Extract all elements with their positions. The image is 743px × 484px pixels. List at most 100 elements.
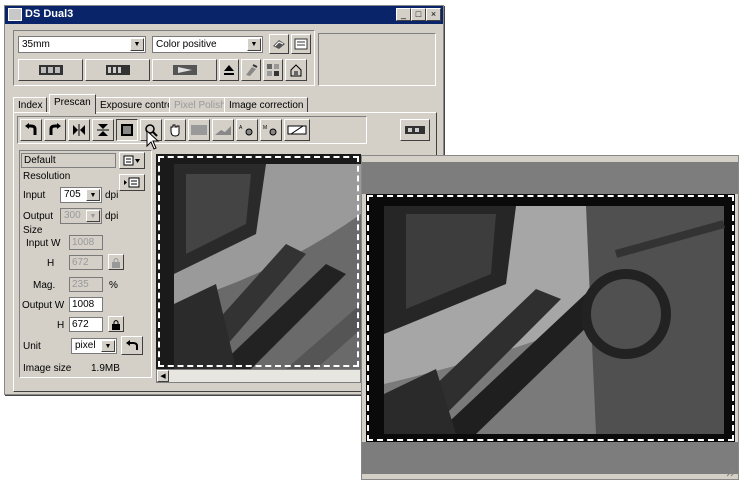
mag-field[interactable]: 235 [69, 277, 103, 292]
tab-pixel-polish[interactable]: Pixel Polish [169, 97, 231, 113]
input-w-field[interactable]: 1008 [69, 235, 103, 250]
horizontal-scrollbar[interactable]: ◀ [156, 369, 361, 383]
app-icon [8, 8, 22, 21]
flip-vertical-icon [97, 124, 109, 136]
preset-menu-button[interactable] [119, 152, 145, 169]
tab-index[interactable]: Index [13, 97, 48, 113]
lock-output-button[interactable] [108, 316, 124, 332]
image-size-value: 1.9MB [91, 363, 120, 374]
book-icon [273, 40, 285, 49]
clean-button[interactable] [241, 59, 261, 81]
auto-focus-button[interactable] [284, 119, 310, 141]
input-w-label: Input W [26, 238, 61, 249]
preset-field[interactable]: Default [21, 153, 116, 168]
percent-label: % [109, 280, 118, 291]
input-h-label: H [47, 258, 55, 269]
tab-image-correction[interactable]: Image correction [224, 97, 309, 113]
arrow-list-icon [124, 177, 140, 188]
house-icon [290, 64, 302, 77]
eject-button[interactable] [219, 59, 239, 81]
histogram-button[interactable] [212, 119, 234, 141]
lock-input-button[interactable] [108, 254, 124, 270]
preview-image-frame[interactable] [366, 194, 735, 442]
preview-window [361, 155, 739, 480]
unit-select[interactable]: pixel ▼ [71, 338, 117, 354]
output-w-field[interactable]: 1008 [69, 297, 103, 312]
setup-button[interactable] [285, 59, 307, 81]
hand-tool-button[interactable] [164, 119, 186, 141]
index-scan-button[interactable] [18, 59, 83, 81]
prescan-preview[interactable] [156, 154, 361, 369]
input-label: Input [23, 190, 46, 201]
hand-icon [170, 124, 180, 137]
film-icon [405, 126, 425, 134]
chevron-down-icon: ▼ [130, 38, 144, 51]
crop-frame-icon [121, 124, 133, 136]
output-dpi-select[interactable]: 300 ▼ [60, 208, 102, 224]
color-match-button[interactable] [263, 59, 283, 81]
preferences-button[interactable] [291, 34, 311, 54]
flip-horizontal-icon [73, 124, 85, 136]
multi-exposure-button[interactable]: M [260, 119, 282, 141]
preview-top-bar [362, 162, 738, 194]
histogram-icon [215, 126, 231, 135]
chevron-down-icon: ▼ [86, 210, 100, 222]
mag-label: Mag. [33, 280, 56, 291]
film-type-select[interactable]: 35mm ▼ [18, 36, 146, 53]
color-mode-value: Color positive [156, 39, 217, 50]
auto-crop-button[interactable] [116, 119, 138, 141]
cursor-arrow-icon [146, 130, 160, 150]
input-h-field[interactable]: 672 [69, 255, 103, 270]
chevron-down-icon: ▼ [86, 189, 100, 201]
rotate-left-button[interactable] [20, 119, 42, 141]
eject-icon [224, 65, 234, 75]
output-h-label: H [57, 320, 65, 331]
list-menu-icon [123, 155, 140, 166]
chevron-down-icon: ▼ [101, 340, 115, 352]
crop-marquee[interactable] [158, 156, 359, 367]
maximize-button[interactable]: □ [411, 8, 426, 21]
lock-icon [112, 257, 120, 268]
output-label: Output [23, 211, 54, 222]
rotate-right-button[interactable] [44, 119, 66, 141]
tab-exposure-control[interactable]: Exposure control [95, 97, 181, 113]
brush-icon [246, 64, 258, 76]
svg-text:A: A [239, 125, 243, 131]
input-dpi-select[interactable]: 705 ▼ [60, 187, 102, 203]
preview-bottom-bar [362, 442, 738, 474]
prescan-button[interactable] [85, 59, 150, 81]
input-dpi-value: 705 [64, 189, 81, 200]
close-button[interactable]: × [426, 8, 441, 21]
window-title: DS Dual3 [25, 8, 74, 20]
chevron-down-icon: ▼ [247, 38, 261, 51]
minimize-button[interactable]: _ [396, 8, 411, 21]
flip-vertical-button[interactable] [92, 119, 114, 141]
scroll-left-button[interactable]: ◀ [157, 370, 169, 382]
undo-arrow-icon [126, 339, 138, 350]
auto-exposure-button[interactable]: A [236, 119, 258, 141]
grid-icon [267, 64, 279, 76]
output-h-field[interactable]: 672 [69, 317, 103, 332]
image-size-label: Image size [23, 363, 72, 374]
eject-settings-button[interactable] [269, 34, 289, 54]
title-bar: DS Dual3 _ □ × [5, 6, 443, 24]
auto-focus-icon [287, 125, 307, 135]
svg-text:M: M [263, 125, 267, 131]
flip-horizontal-button[interactable] [68, 119, 90, 141]
info-display [318, 33, 436, 86]
color-mode-select[interactable]: Color positive ▼ [152, 36, 263, 53]
scan-button[interactable] [152, 59, 217, 81]
rotate-left-icon [25, 123, 37, 135]
film-strip-icon [38, 65, 63, 75]
scan-settings-button[interactable] [400, 119, 430, 141]
reset-button[interactable] [121, 336, 143, 355]
brightness-button[interactable] [188, 119, 210, 141]
prescan-icon [105, 65, 130, 75]
size-label: Size [23, 225, 43, 236]
tab-prescan[interactable]: Prescan [49, 94, 96, 114]
resolution-menu-button[interactable] [119, 174, 145, 191]
unit-value: pixel [75, 340, 96, 351]
crop-marquee[interactable] [367, 195, 734, 441]
resize-grip-icon[interactable] [726, 467, 736, 477]
film-type-value: 35mm [22, 39, 50, 50]
